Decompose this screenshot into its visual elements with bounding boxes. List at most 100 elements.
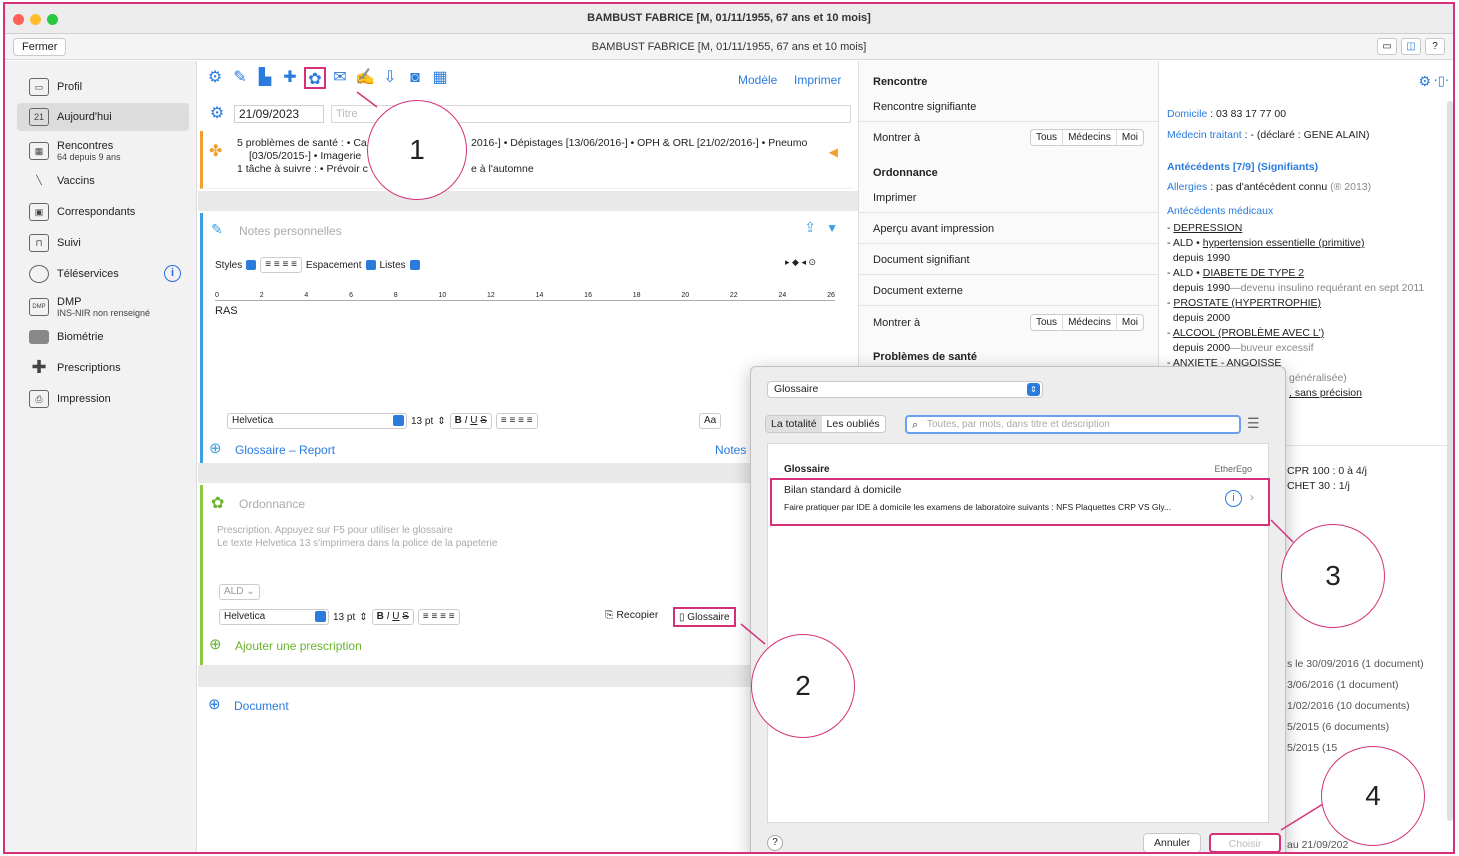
choisir-button[interactable]: Choisir	[1209, 833, 1281, 852]
sidebar-item-profil[interactable]: ▭ Profil	[17, 73, 189, 101]
document-row[interactable]: s le 30/09/2016 (1 document)	[1287, 658, 1424, 670]
espacement-label[interactable]: Espacement	[306, 260, 362, 271]
document-row[interactable]: au 21/09/202	[1287, 839, 1348, 851]
antecedent-link[interactable]: DIABETE DE TYPE 2	[1203, 267, 1304, 279]
document-row[interactable]: 5/2015 (15	[1287, 742, 1337, 754]
scrollbar[interactable]	[1447, 101, 1453, 821]
style-buttons[interactable]: B I U S	[449, 413, 492, 429]
listes-label[interactable]: Listes	[380, 260, 406, 271]
settings-icon[interactable]: ⚙	[1418, 73, 1431, 90]
share-icon[interactable]: ⇪	[804, 219, 816, 236]
seg-moi[interactable]: Moi	[1117, 315, 1143, 330]
font-size[interactable]: 13 pt	[411, 416, 433, 427]
annuler-button[interactable]: Annuler	[1143, 833, 1202, 852]
mail-icon[interactable]: ✉	[329, 67, 351, 89]
antecedents-heading[interactable]: Antécédents [7/9] (Signifiants)	[1167, 161, 1318, 173]
add-prescription-icon[interactable]: ⊕	[209, 635, 222, 653]
styles-dropdown-icon[interactable]	[246, 260, 257, 270]
styles-label[interactable]: Styles	[215, 260, 242, 271]
size-stepper-icon[interactable]: ⇕	[437, 416, 445, 427]
antecedent-link[interactable]: PROSTATE (HYPERTROPHIE)	[1173, 297, 1321, 309]
edit-doc-icon[interactable]: ✍	[354, 67, 376, 89]
date-settings-icon[interactable]: ⚙	[206, 103, 228, 125]
sidebar-item-dmp[interactable]: DMP DMP INS-NIR non renseigné	[17, 291, 189, 323]
imprimer-option[interactable]: Imprimer	[873, 192, 916, 204]
align-buttons[interactable]: ≡ ≡ ≡ ≡	[495, 413, 538, 429]
date-field[interactable]: 21/09/2023	[234, 105, 324, 123]
domicile-label[interactable]: Domicile	[1167, 108, 1207, 120]
doc-signifiant-option[interactable]: Document signifiant	[873, 254, 970, 266]
sidebar-item-impression[interactable]: ⎙ Impression	[17, 385, 189, 413]
notes-link[interactable]: Notes	[715, 443, 746, 457]
partial-text-2[interactable]: , sans précision	[1289, 387, 1362, 399]
chevron-right-icon[interactable]: ›	[1250, 490, 1254, 504]
import-icon[interactable]: ⇩	[379, 67, 401, 89]
modele-link[interactable]: Modèle	[738, 73, 777, 87]
sidebar-item-vaccins[interactable]: ╲ Vaccins	[17, 167, 189, 195]
medecin-label[interactable]: Médecin traitant	[1167, 129, 1242, 141]
listes-dropdown-icon[interactable]	[409, 260, 420, 270]
help-button[interactable]: ?	[1425, 38, 1445, 55]
document-row[interactable]: 5/2015 (6 documents)	[1287, 721, 1389, 733]
rencontre-signifiante[interactable]: Rencontre signifiante	[873, 101, 976, 113]
tab-stops-icon[interactable]: ▸ ◆ ◂ ⊙	[785, 257, 816, 268]
antecedent-link[interactable]: hypertension essentielle (primitive)	[1203, 237, 1365, 249]
sidebar-item-rencontres[interactable]: ▦ Rencontres 64 depuis 9 ans	[17, 135, 189, 167]
add-icon[interactable]: ⊕	[209, 439, 222, 457]
layout-split-icon[interactable]: ◫	[1401, 38, 1421, 55]
prescription-icon[interactable]: ✚	[279, 67, 301, 89]
seg-oublies[interactable]: Les oubliés	[821, 416, 885, 432]
antecedent-link[interactable]: ALCOOL (PROBLÈME AVEC L')	[1173, 327, 1324, 339]
info-icon[interactable]: i	[1225, 490, 1242, 507]
document-row[interactable]: 1/02/2016 (10 documents)	[1287, 700, 1410, 712]
aa-button[interactable]: Aa	[699, 413, 722, 429]
align-buttons[interactable]: ≡ ≡ ≡ ≡	[417, 609, 460, 625]
seg-tous[interactable]: Tous	[1031, 130, 1064, 145]
sidebar-item-correspondants[interactable]: ▣ Correspondants	[17, 198, 189, 226]
align-buttons[interactable]: ≡ ≡ ≡ ≡	[260, 257, 302, 273]
imprimer-link[interactable]: Imprimer	[794, 73, 841, 87]
seg-moi[interactable]: Moi	[1117, 130, 1143, 145]
help-button[interactable]: ?	[767, 835, 783, 851]
layout-single-icon[interactable]: ▭	[1377, 38, 1397, 55]
sidebar-item-aujourdhui[interactable]: 21 Aujourd'hui	[17, 103, 189, 131]
sidebar-item-prescriptions[interactable]: ✚ Prescriptions	[17, 354, 189, 382]
seg-tous[interactable]: Tous	[1031, 315, 1064, 330]
seg-totalite[interactable]: La totalité	[766, 416, 822, 432]
antecedents-medicaux[interactable]: Antécédents médicaux	[1167, 205, 1273, 217]
size-stepper-icon[interactable]: ⇕	[359, 612, 367, 623]
font-select[interactable]: Helvetica	[219, 609, 329, 625]
espacement-dropdown-icon[interactable]	[365, 260, 376, 270]
font-size[interactable]: 13 pt	[333, 612, 355, 623]
ald-dropdown[interactable]: ALD ⌄	[219, 584, 260, 600]
document-link[interactable]: Document	[234, 699, 289, 713]
collapse-arrow-icon[interactable]: ◀	[829, 145, 838, 159]
glossary-item[interactable]: Bilan standard à domicile Faire pratique…	[770, 478, 1270, 526]
glossaire-report-link[interactable]: Glossaire – Report	[235, 443, 335, 457]
apercu-option[interactable]: Aperçu avant impression	[873, 223, 994, 235]
sidebar-item-teleservices[interactable]: Téléservices i	[17, 260, 189, 288]
document-row[interactable]: 3/06/2016 (1 document)	[1287, 679, 1399, 691]
pen-icon[interactable]: ✎	[229, 67, 251, 89]
recopier-button[interactable]: ⎘ Recopier	[605, 609, 658, 622]
antecedent-link[interactable]: DEPRESSION	[1173, 222, 1242, 234]
style-buttons[interactable]: B I U S	[371, 609, 414, 625]
glossaire-button[interactable]: ▯ Glossaire	[673, 607, 736, 627]
add-prescription-link[interactable]: Ajouter une prescription	[235, 639, 362, 653]
info-icon[interactable]: i	[164, 265, 181, 282]
add-document-icon[interactable]: ⊕	[208, 695, 221, 713]
settings-icon[interactable]: ⚙	[204, 67, 226, 89]
seg-medecins[interactable]: Médecins	[1063, 315, 1117, 330]
filter-settings-icon[interactable]: ☰	[1247, 415, 1260, 432]
seg-medecins[interactable]: Médecins	[1063, 130, 1117, 145]
allergies-label[interactable]: Allergies	[1167, 181, 1207, 193]
font-select[interactable]: Helvetica	[227, 413, 407, 429]
camera-icon[interactable]: ◙	[404, 67, 426, 89]
collapse-down-icon[interactable]: ▼	[826, 221, 838, 235]
glossary-select[interactable]: Glossaire ⇕	[767, 381, 1043, 398]
biometry-icon[interactable]: ▙	[254, 67, 276, 89]
glossary-search-input[interactable]: ⌕ Toutes, par mots, dans titre et descri…	[905, 415, 1241, 434]
glossary-icon[interactable]: ✿	[304, 67, 326, 89]
sidebar-item-suivi[interactable]: ⊓ Suivi	[17, 229, 189, 257]
notes-text[interactable]: RAS	[215, 305, 238, 317]
